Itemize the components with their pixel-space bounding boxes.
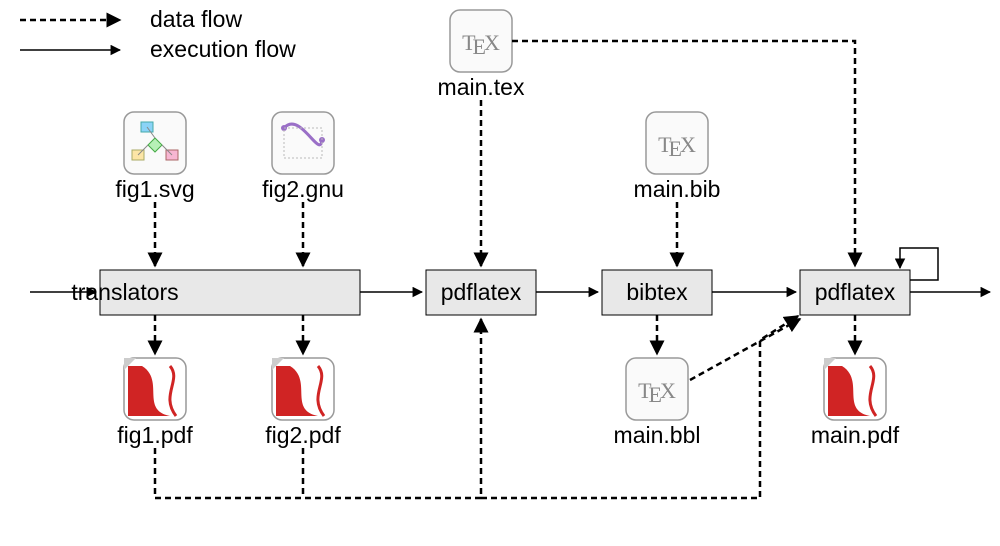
file-fig2-gnu-label: fig2.gnu: [262, 176, 344, 202]
process-bibtex: bibtex: [602, 270, 712, 315]
legend: data flow execution flow: [20, 6, 296, 62]
process-pdflatex1-label: pdflatex: [441, 279, 522, 305]
process-translators: translators: [71, 270, 360, 315]
legend-data-flow-label: data flow: [150, 6, 242, 32]
file-main-tex-label: main.tex: [438, 74, 525, 100]
file-fig2-pdf: fig2.pdf: [265, 358, 341, 448]
file-fig1-svg-label: fig1.svg: [115, 176, 194, 202]
svg-text:TEX: TEX: [658, 132, 696, 161]
svg-text:TEX: TEX: [462, 30, 500, 59]
file-fig2-pdf-label: fig2.pdf: [265, 422, 341, 448]
file-main-bib: TEX main.bib: [634, 112, 721, 202]
process-pdflatex2-label: pdflatex: [815, 279, 896, 305]
file-fig1-pdf-label: fig1.pdf: [117, 422, 193, 448]
file-main-tex: TEX main.tex: [438, 10, 525, 100]
process-bibtex-label: bibtex: [626, 279, 688, 305]
file-fig1-pdf: fig1.pdf: [117, 358, 193, 448]
file-main-bbl: TEX main.bbl: [614, 358, 701, 448]
process-pdflatex2: pdflatex: [800, 270, 910, 315]
file-main-bbl-label: main.bbl: [614, 422, 701, 448]
file-fig2-gnu: fig2.gnu: [262, 112, 344, 202]
process-pdflatex1: pdflatex: [426, 270, 536, 315]
svg-text:TEX: TEX: [638, 378, 676, 407]
file-main-bib-label: main.bib: [634, 176, 721, 202]
file-fig1-svg: fig1.svg: [115, 112, 194, 202]
file-main-pdf-label: main.pdf: [811, 422, 900, 448]
legend-execution-flow-label: execution flow: [150, 36, 296, 62]
compilation-diagram: data flow execution flow TEX main.tex fi…: [0, 0, 1000, 546]
data-mainbbl-pdflatex2: [690, 319, 800, 380]
file-main-pdf: main.pdf: [811, 358, 900, 448]
